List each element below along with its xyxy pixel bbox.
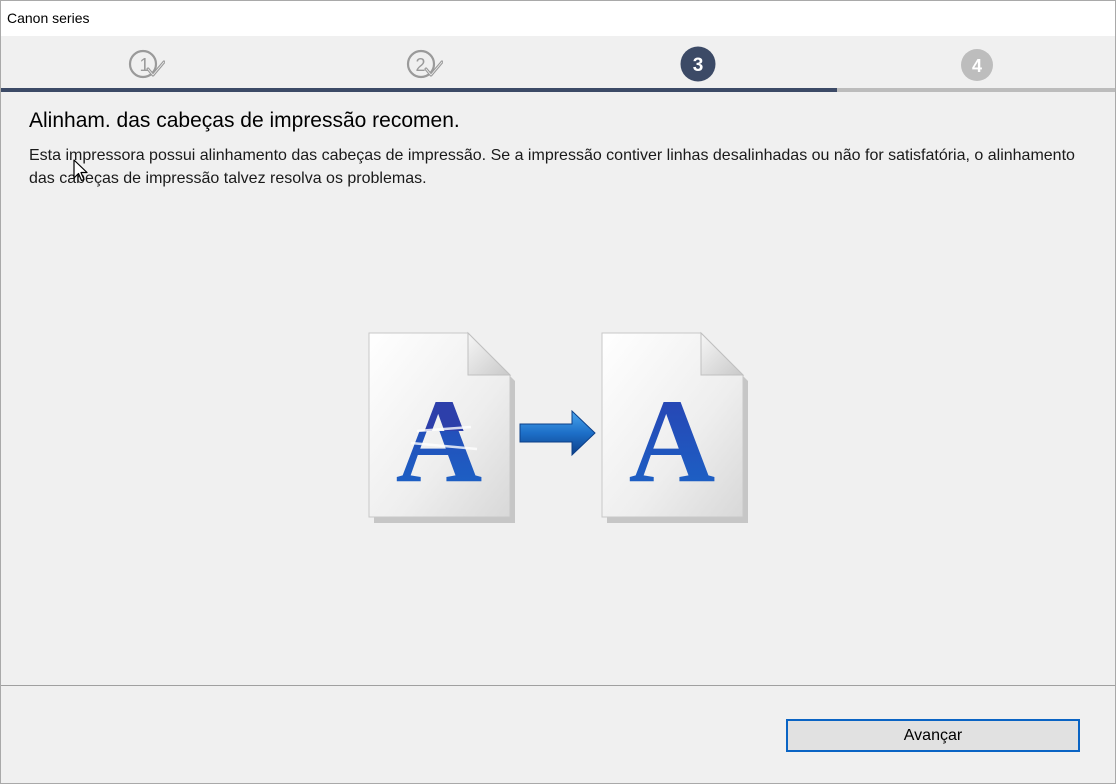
aligned-document-icon: A: [601, 331, 748, 523]
step-2-completed-icon: 2: [406, 49, 443, 79]
page-heading: Alinham. das cabeças de impressão recome…: [29, 109, 460, 132]
application-window: Canon series 1 2 3 4 Alinham. das cabeça…: [0, 0, 1116, 784]
alignment-illustration: A A A: [368, 331, 748, 523]
mouse-cursor-icon: [73, 159, 88, 182]
window-title: Canon series: [7, 10, 90, 26]
step-3-number: 3: [693, 55, 704, 76]
footer-divider: [1, 685, 1115, 686]
step-3-current-icon: 3: [680, 46, 716, 82]
next-button[interactable]: Avançar: [786, 719, 1080, 752]
page-description: Esta impressora possui alinhamento das c…: [29, 147, 1075, 187]
progress-bar-fill: [1, 88, 837, 92]
progress-bar: [1, 88, 1115, 92]
misaligned-document-icon: A A: [368, 331, 515, 523]
aligned-letter: A: [629, 374, 716, 507]
step-4-pending-icon: 4: [961, 49, 993, 81]
step-4-number: 4: [972, 56, 982, 76]
title-bar: Canon series: [1, 1, 1115, 36]
step-1-completed-icon: 1: [128, 49, 165, 79]
right-arrow-icon: [519, 409, 596, 457]
step-indicator: 1 2 3 4: [1, 36, 1115, 92]
step-1-number: 1: [140, 55, 150, 75]
step-2-number: 2: [416, 55, 426, 75]
